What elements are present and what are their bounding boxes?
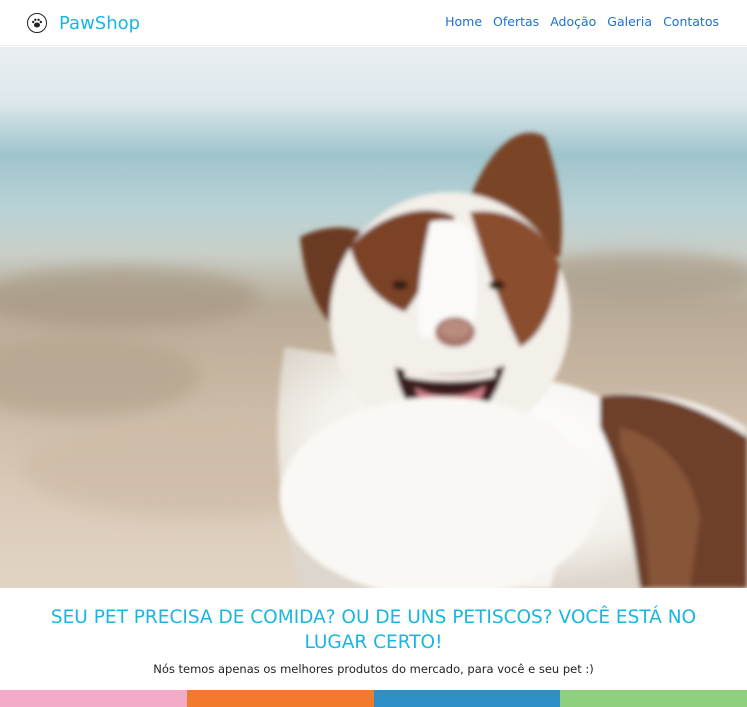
dog-photo — [0, 47, 747, 588]
stripe-segment-blue — [373, 690, 561, 707]
stripe-segment-orange — [186, 690, 374, 707]
hero-headline: SEU PET PRECISA DE COMIDA? OU DE UNS PET… — [50, 607, 697, 653]
brand-name: PawShop — [59, 12, 141, 34]
nav-adocao[interactable]: Adoção — [550, 14, 596, 29]
page: PawShop Home Ofertas Adoção Galeria Cont… — [0, 0, 747, 707]
stripe-segment-green — [560, 690, 747, 707]
nav-contatos[interactable]: Contatos — [663, 14, 719, 29]
nav-home[interactable]: Home — [445, 14, 482, 29]
stripe-segment-pink — [0, 690, 187, 707]
brand-logo[interactable]: PawShop — [27, 11, 140, 35]
site-header: PawShop Home Ofertas Adoção Galeria Cont… — [0, 0, 747, 46]
main-nav: Home Ofertas Adoção Galeria Contatos — [445, 14, 719, 29]
hero-subtitle: Nós temos apenas os melhores produtos do… — [153, 662, 594, 676]
nav-galeria[interactable]: Galeria — [607, 14, 652, 29]
color-stripe — [0, 690, 747, 707]
paw-icon — [27, 13, 47, 33]
nav-ofertas[interactable]: Ofertas — [493, 14, 539, 29]
hero-image — [0, 47, 747, 588]
